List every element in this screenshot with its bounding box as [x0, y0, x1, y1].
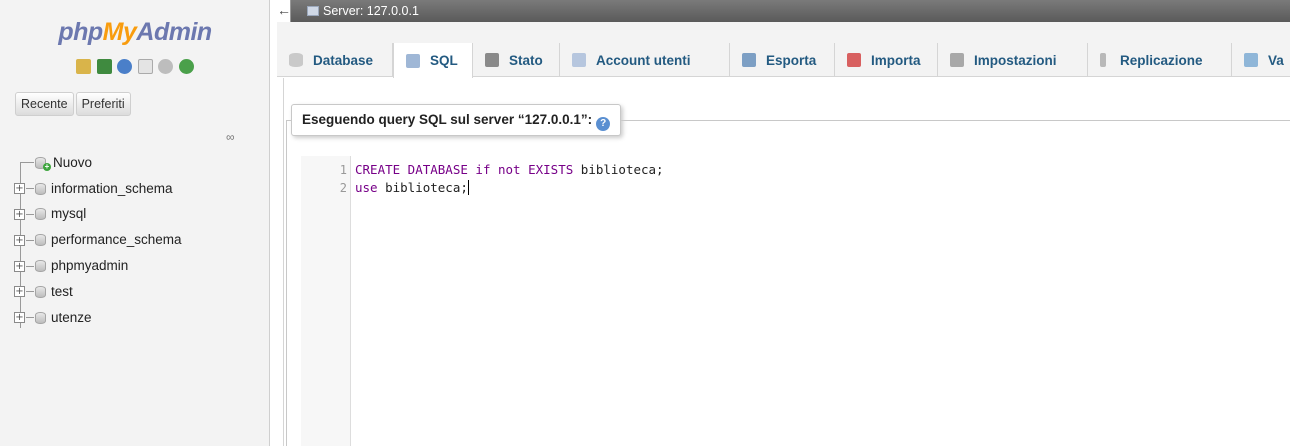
settings-icon[interactable]	[158, 59, 174, 75]
query-legend-text: Eseguendo query SQL sul server “127.0.0.…	[302, 112, 593, 127]
logo-text-php: php	[58, 18, 103, 46]
line-number: 1	[339, 163, 347, 177]
expand-icon[interactable]: +	[14, 234, 25, 246]
server-breadcrumb-bar: Server: 127.0.0.1	[277, 0, 1290, 22]
home-icon[interactable]	[75, 59, 91, 75]
link-with-main-panel-icon[interactable]: ∞	[226, 130, 235, 144]
database-icon	[35, 182, 46, 195]
code-token: CREATE DATABASE	[355, 162, 476, 177]
tree-item-label: performance_schema	[51, 232, 182, 248]
navigation-panel: phpMyAdmin Recente Preferiti ∞ + Nuovo + …	[0, 0, 270, 446]
tree-item-performance-schema[interactable]: + performance_schema	[14, 227, 182, 253]
tree-item-label: mysql	[51, 206, 87, 222]
tab-replicazione[interactable]: Replicazione	[1088, 43, 1232, 77]
tab-label: Esporta	[766, 52, 817, 68]
tab-label: Replicazione	[1120, 52, 1203, 68]
text-cursor	[467, 180, 469, 195]
export-icon	[742, 53, 756, 67]
variables-icon	[1244, 53, 1258, 67]
phpmyadmin-logo[interactable]: phpMyAdmin	[0, 18, 270, 47]
expand-icon[interactable]: +	[14, 312, 25, 324]
collapse-navigation-button[interactable]: ←	[277, 0, 291, 22]
sql-icon	[406, 53, 420, 68]
top-menu: Database SQL Stato Account utenti Esport…	[277, 22, 1290, 78]
expand-icon[interactable]: +	[14, 208, 25, 220]
server-icon	[307, 6, 319, 16]
database-tree: + Nuovo + information_schema + mysql + p…	[14, 150, 182, 331]
tree-item-label: information_schema	[51, 180, 173, 196]
database-icon	[35, 208, 46, 221]
database-icon	[35, 285, 46, 298]
expand-icon[interactable]: +	[14, 183, 25, 195]
wrench-icon	[950, 53, 964, 67]
import-icon	[847, 53, 861, 67]
tab-label: Impostazioni	[974, 52, 1057, 68]
database-icon	[289, 53, 303, 67]
code-token: biblioteca;	[573, 162, 664, 177]
help-icon[interactable]	[117, 59, 133, 75]
tab-impostazioni[interactable]: Impostazioni	[938, 43, 1088, 77]
tab-label: Database	[313, 52, 374, 68]
fieldset-border-left	[286, 120, 287, 446]
quick-icons-bar	[0, 58, 270, 75]
logo-text-my: My	[102, 18, 137, 46]
tree-item-mysql[interactable]: + mysql	[14, 202, 182, 228]
status-icon	[485, 53, 499, 67]
exit-icon[interactable]	[96, 59, 112, 75]
tab-sql[interactable]: SQL	[393, 43, 473, 78]
logo-text-admin: Admin	[136, 18, 212, 46]
code-token: use	[355, 180, 378, 195]
tree-item-information-schema[interactable]: + information_schema	[14, 176, 182, 202]
main-content: Eseguendo query SQL sul server “127.0.0.…	[283, 78, 1290, 446]
reload-icon[interactable]	[179, 59, 195, 75]
database-icon	[35, 234, 46, 247]
tab-importa[interactable]: Importa	[835, 43, 938, 77]
database-icon	[35, 311, 46, 324]
tree-item-new[interactable]: + Nuovo	[14, 150, 182, 176]
tab-label: SQL	[430, 53, 458, 68]
tree-item-test[interactable]: + test	[14, 279, 182, 305]
users-icon	[572, 53, 586, 67]
code-line-1[interactable]: CREATE DATABASE if not EXISTS biblioteca…	[355, 161, 664, 179]
tree-item-label: utenze	[51, 309, 92, 325]
tree-item-label: phpmyadmin	[51, 258, 129, 274]
tab-label: Account utenti	[596, 52, 691, 68]
line-number-gutter	[301, 156, 351, 446]
server-breadcrumb[interactable]: Server: 127.0.0.1	[323, 4, 419, 18]
database-icon	[35, 260, 46, 273]
query-legend: Eseguendo query SQL sul server “127.0.0.…	[291, 104, 622, 136]
new-database-icon: +	[35, 156, 51, 171]
tab-stato[interactable]: Stato	[473, 43, 560, 77]
tab-label: Importa	[871, 52, 921, 68]
help-icon[interactable]: ?	[596, 117, 611, 131]
line-number: 2	[339, 181, 347, 195]
docs-icon[interactable]	[137, 59, 153, 75]
tab-variabili[interactable]: Va	[1232, 43, 1290, 77]
tree-item-label: Nuovo	[53, 154, 93, 170]
code-line-2[interactable]: use biblioteca;	[355, 179, 469, 197]
tree-item-label: test	[51, 283, 73, 299]
tab-label: Stato	[509, 52, 543, 68]
code-token: if not EXISTS	[475, 162, 574, 177]
replication-icon	[1100, 53, 1106, 67]
tab-recente[interactable]: Recente	[15, 92, 74, 116]
tree-item-utenze[interactable]: + utenze	[14, 305, 182, 331]
code-token: biblioteca;	[377, 180, 468, 195]
sql-editor[interactable]: 1 2 CREATE DATABASE if not EXISTS biblio…	[301, 156, 1290, 446]
expand-icon[interactable]: +	[14, 260, 25, 272]
tab-preferiti[interactable]: Preferiti	[75, 92, 131, 116]
nav-tabs: Recente Preferiti	[15, 92, 133, 116]
tab-database[interactable]: Database	[277, 43, 393, 77]
tab-esporta[interactable]: Esporta	[730, 43, 835, 77]
expand-icon[interactable]: +	[14, 286, 25, 298]
tab-account-utenti[interactable]: Account utenti	[560, 43, 730, 77]
tree-item-phpmyadmin[interactable]: + phpmyadmin	[14, 253, 182, 279]
tab-label: Va	[1268, 52, 1284, 68]
